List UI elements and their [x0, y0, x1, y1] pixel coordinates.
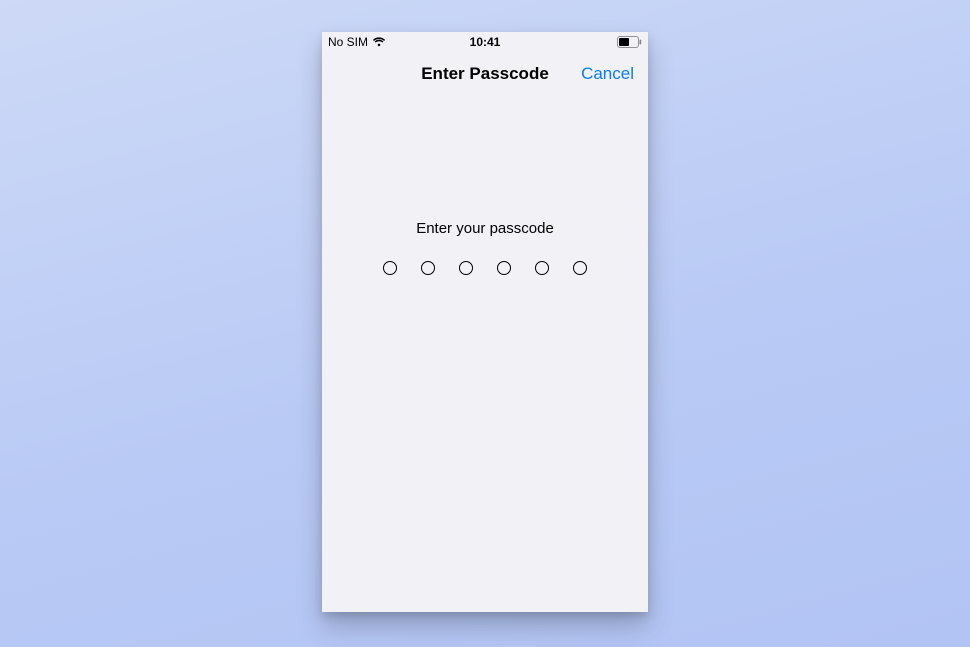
battery-icon	[617, 36, 642, 48]
passcode-dot	[383, 261, 397, 275]
status-time: 10:41	[470, 35, 501, 49]
wifi-icon	[372, 37, 386, 47]
cancel-button[interactable]: Cancel	[581, 64, 634, 84]
passcode-dot	[535, 261, 549, 275]
status-left: No SIM	[328, 35, 386, 49]
nav-bar: Enter Passcode Cancel	[322, 52, 648, 96]
page-title: Enter Passcode	[421, 64, 549, 84]
passcode-prompt: Enter your passcode	[322, 220, 648, 237]
passcode-dot	[573, 261, 587, 275]
passcode-content: Enter your passcode	[322, 220, 648, 275]
passcode-dots[interactable]	[322, 261, 648, 275]
status-bar: No SIM 10:41	[322, 32, 648, 52]
passcode-dot	[497, 261, 511, 275]
carrier-label: No SIM	[328, 35, 368, 49]
passcode-dot	[459, 261, 473, 275]
passcode-dot	[421, 261, 435, 275]
phone-screen: No SIM 10:41 Enter Passcod	[322, 32, 648, 612]
status-right	[617, 36, 642, 48]
